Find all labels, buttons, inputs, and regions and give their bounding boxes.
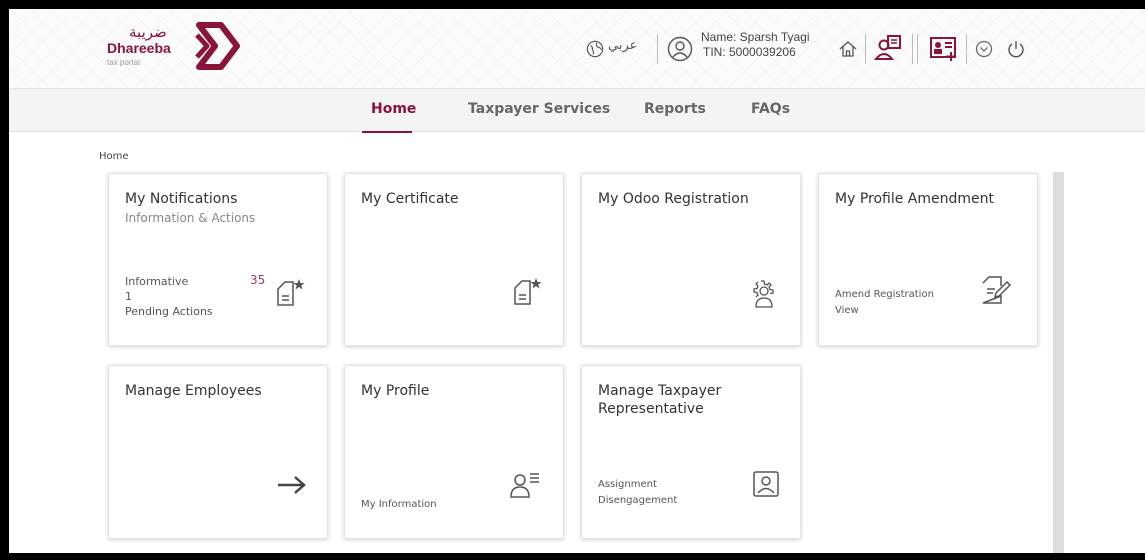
card-subtitle: Information & Actions (125, 211, 256, 225)
breadcrumb[interactable]: Home (99, 151, 129, 162)
informative-count: 35 (250, 273, 266, 287)
power-icon[interactable] (1007, 39, 1025, 59)
id-card-add-icon[interactable] (929, 36, 959, 62)
card-title-line2: Representative (598, 401, 704, 417)
main-nav: Home Taxpayer Services Reports FAQs (9, 88, 1145, 133)
language-toggle[interactable]: عربي (608, 38, 637, 53)
user-tin: TIN: 5000039206 (703, 45, 796, 59)
globe-icon[interactable] (586, 40, 604, 58)
card-title-line1: Manage Taxpayer (598, 383, 722, 399)
user-list-icon (510, 473, 539, 498)
card-my-odoo-registration[interactable]: My Odoo Registration (581, 173, 801, 346)
card-title: My Notifications (125, 191, 238, 207)
card-title: My Certificate (361, 191, 459, 207)
certificate-star-icon (277, 279, 305, 306)
card-title: Manage Taxpayer Representative (598, 382, 721, 418)
card-my-notifications[interactable]: My Notifications Information & Actions I… (108, 173, 328, 346)
view-link[interactable]: View (835, 303, 859, 318)
informative-label: Informative (125, 275, 189, 288)
app-window: ضريبة Dhareeba tax portal عربي Name: Spa… (9, 9, 1145, 553)
divider (917, 34, 918, 64)
certificate-star-icon (514, 278, 542, 305)
divider (657, 34, 658, 64)
card-title: My Profile (361, 383, 430, 399)
dhareeba-logo[interactable]: ضريبة Dhareeba tax portal (107, 22, 257, 78)
header: ضريبة Dhareeba tax portal عربي Name: Spa… (9, 9, 1145, 88)
chevron-down-circle-icon[interactable] (975, 40, 993, 58)
scrollbar[interactable] (1053, 172, 1064, 553)
pending-count: 1 (125, 290, 132, 303)
logo-arabic-text: ضريبة (129, 23, 167, 41)
nav-taxpayer-services[interactable]: Taxpayer Services (468, 101, 610, 117)
card-title: My Profile Amendment (835, 191, 994, 207)
arrow-right-icon (278, 476, 306, 494)
logo-subtitle: tax portal (107, 58, 140, 67)
user-switch-icon[interactable] (874, 33, 904, 63)
home-icon[interactable] (838, 39, 858, 59)
user-icon[interactable] (667, 36, 693, 62)
user-gear-icon (753, 280, 774, 308)
user-frame-icon (753, 471, 779, 497)
divider (966, 34, 967, 64)
card-title: Manage Employees (125, 383, 262, 399)
disengagement-link[interactable]: Disengagement (598, 493, 677, 508)
nav-faqs[interactable]: FAQs (751, 101, 790, 117)
amend-registration-link[interactable]: Amend Registration (835, 287, 934, 302)
user-name: Name: Sparsh Tyagi (701, 30, 810, 44)
my-information-link[interactable]: My Information (361, 497, 437, 512)
card-my-certificate[interactable]: My Certificate (344, 173, 564, 346)
active-tab-indicator (362, 131, 412, 133)
divider (865, 34, 866, 64)
card-manage-taxpayer-representative[interactable]: Manage Taxpayer Representative Assignmen… (581, 365, 801, 539)
pending-label: Pending Actions (125, 305, 213, 318)
logo-english-text: Dhareeba (107, 40, 171, 56)
nav-reports[interactable]: Reports (644, 101, 706, 117)
card-my-profile[interactable]: My Profile My Information (344, 365, 564, 539)
divider (912, 34, 913, 64)
card-title: My Odoo Registration (598, 191, 749, 207)
document-edit-icon (982, 276, 1012, 304)
card-my-profile-amendment[interactable]: My Profile Amendment Amend Registration … (818, 173, 1038, 346)
card-manage-employees[interactable]: Manage Employees (108, 365, 328, 539)
nav-home[interactable]: Home (371, 101, 416, 117)
logo-mark-icon (195, 22, 240, 70)
assignment-link[interactable]: Assignment (598, 477, 657, 492)
